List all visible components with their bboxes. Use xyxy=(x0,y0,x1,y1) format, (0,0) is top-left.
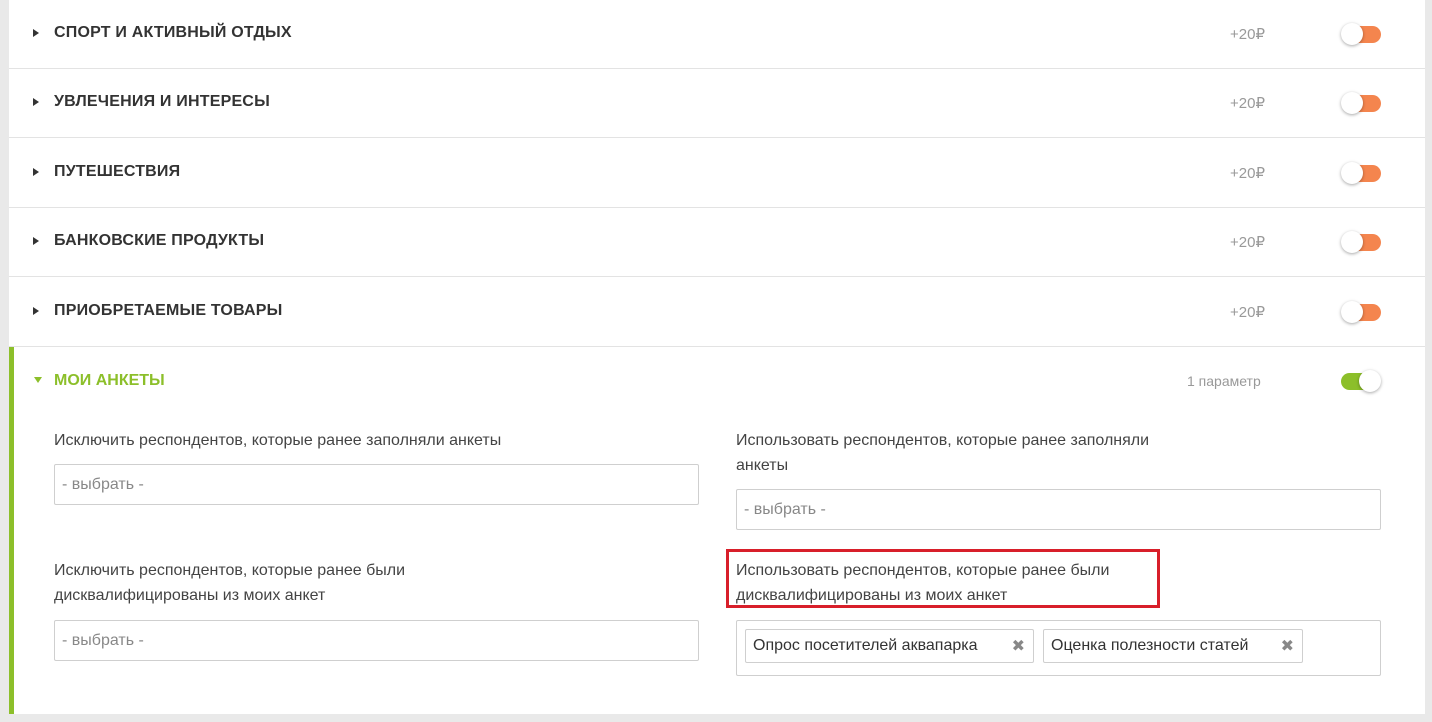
remove-tag-icon[interactable]: ✖ xyxy=(1012,636,1025,656)
toggle-knob xyxy=(1341,162,1363,184)
section-toggle[interactable] xyxy=(1341,92,1381,114)
tag-label: Оценка полезности статей xyxy=(1051,637,1249,654)
section-title: ПРИОБРЕТАЕМЫЕ ТОВАРЫ xyxy=(54,302,283,319)
select-placeholder: - выбрать - xyxy=(62,476,144,493)
tag-label: Опрос посетителей аквапарка xyxy=(753,637,978,654)
exclude-filled-label: Исключить респондентов, которые ранее за… xyxy=(54,428,501,453)
section-price: +20₽ xyxy=(1230,26,1265,43)
use-filled-label: Использовать респондентов, которые ранее… xyxy=(736,428,1149,478)
remove-tag-icon[interactable]: ✖ xyxy=(1281,636,1294,656)
selected-tag: Оценка полезности статей ✖ xyxy=(1043,629,1303,663)
section-goods[interactable]: ПРИОБРЕТАЕМЫЕ ТОВАРЫ +20₽ xyxy=(9,278,1425,347)
exclude-disqualified-label: Исключить респондентов, которые ранее бы… xyxy=(54,558,405,608)
section-toggle[interactable] xyxy=(1341,162,1381,184)
exclude-filled-select[interactable]: - выбрать - xyxy=(54,464,699,505)
section-price: +20₽ xyxy=(1230,165,1265,182)
section-my-surveys: МОИ АНКЕТЫ 1 параметр Исключить респонде… xyxy=(9,347,1425,714)
exclude-filled-label-text: Исключить респондентов, которые ранее за… xyxy=(54,432,502,449)
section-toggle[interactable] xyxy=(1341,231,1381,253)
section-toggle[interactable] xyxy=(1341,301,1381,323)
section-title[interactable]: МОИ АНКЕТЫ xyxy=(54,372,165,390)
toggle-knob xyxy=(1341,231,1363,253)
use-disqualified-multiselect[interactable]: Опрос посетителей аквапарка ✖ Оценка пол… xyxy=(736,620,1381,676)
toggle-knob xyxy=(1341,301,1363,323)
toggle-knob xyxy=(1341,23,1363,45)
expand-arrow-icon xyxy=(33,98,39,106)
section-title: БАНКОВСКИЕ ПРОДУКТЫ xyxy=(54,232,265,249)
section-price: +20₽ xyxy=(1230,95,1265,112)
section-toggle[interactable] xyxy=(1341,23,1381,45)
section-travel[interactable]: ПУТЕШЕСТВИЯ +20₽ xyxy=(9,139,1425,208)
exclude-disqualified-select[interactable]: - выбрать - xyxy=(54,620,699,661)
select-placeholder: - выбрать - xyxy=(744,501,826,518)
expand-arrow-icon xyxy=(33,29,39,37)
toggle-knob xyxy=(1359,370,1381,392)
expand-arrow-icon xyxy=(33,168,39,176)
params-count: 1 параметр xyxy=(1187,373,1261,389)
collapse-arrow-icon[interactable] xyxy=(34,377,42,383)
selected-tag: Опрос посетителей аквапарка ✖ xyxy=(745,629,1034,663)
targeting-panel: СПОРТ И АКТИВНЫЙ ОТДЫХ +20₽ УВЛЕЧЕНИЯ И … xyxy=(9,0,1425,714)
section-price: +20₽ xyxy=(1230,304,1265,321)
use-filled-select[interactable]: - выбрать - xyxy=(736,489,1381,530)
use-filled-label-line2: анкеты xyxy=(736,457,789,474)
section-toggle[interactable] xyxy=(1341,370,1381,392)
select-placeholder: - выбрать - xyxy=(62,632,144,649)
section-title: СПОРТ И АКТИВНЫЙ ОТДЫХ xyxy=(54,24,292,41)
exclude-disqualified-label-line1: Исключить респондентов, которые ранее бы… xyxy=(54,562,406,579)
section-sport[interactable]: СПОРТ И АКТИВНЫЙ ОТДЫХ +20₽ xyxy=(9,0,1425,69)
red-highlight-box xyxy=(726,549,1160,608)
section-price: +20₽ xyxy=(1230,234,1265,251)
section-banking[interactable]: БАНКОВСКИЕ ПРОДУКТЫ +20₽ xyxy=(9,208,1425,277)
expand-arrow-icon xyxy=(33,307,39,315)
section-title: УВЛЕЧЕНИЯ И ИНТЕРЕСЫ xyxy=(54,93,270,110)
section-title: ПУТЕШЕСТВИЯ xyxy=(54,163,181,180)
use-filled-label-line1: Использовать респондентов, которые ранее… xyxy=(736,432,1150,449)
toggle-knob xyxy=(1341,92,1363,114)
expand-arrow-icon xyxy=(33,237,39,245)
exclude-disqualified-label-line2: дисквалифицированы из моих анкет xyxy=(54,587,326,604)
section-hobbies[interactable]: УВЛЕЧЕНИЯ И ИНТЕРЕСЫ +20₽ xyxy=(9,69,1425,138)
